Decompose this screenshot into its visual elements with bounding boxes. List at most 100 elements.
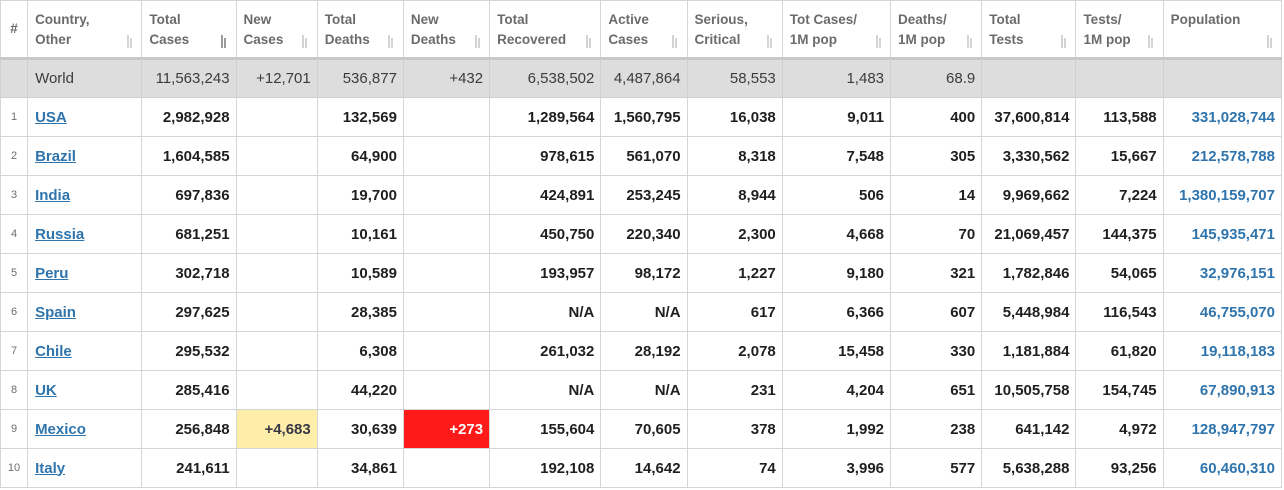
col-header-total-deaths[interactable]: Total Deaths (316, 0, 404, 60)
col-header-new-deaths[interactable]: New Deaths (402, 0, 491, 60)
cell-serious: 617 (686, 292, 783, 332)
cell-total-cases: 302,718 (141, 253, 237, 293)
cell-total-recovered: 155,604 (489, 409, 602, 449)
cell-idx: 8 (0, 370, 29, 410)
country-link[interactable]: UK (35, 382, 57, 399)
sort-icon[interactable] (963, 34, 975, 48)
col-header-total-tests[interactable]: Total Tests (981, 0, 1077, 60)
cell-new-cases (235, 370, 318, 410)
country-link[interactable]: Peru (35, 265, 68, 282)
cell-tests-per-1m: 93,256 (1075, 448, 1164, 488)
table-row: 10 Italy 241,611 34,861 192,108 14,642 74 3,996… (0, 448, 1283, 488)
cell-new-cases (235, 175, 318, 215)
cell-tests-per-1m: 154,745 (1075, 370, 1164, 410)
cell-total-cases: 697,836 (141, 175, 237, 215)
cell-active-cases: 1,560,795 (600, 97, 688, 137)
country-link[interactable]: Brazil (35, 148, 76, 165)
cell-country: India (27, 175, 143, 215)
country-link[interactable]: Mexico (35, 421, 86, 438)
sort-icon[interactable] (471, 34, 483, 48)
sort-desc-icon[interactable] (218, 34, 230, 48)
cell-tests-per-1m: 113,588 (1075, 97, 1164, 137)
cell-population: 1,380,159,707 (1162, 175, 1283, 215)
cell-total-tests: 1,782,846 (981, 253, 1077, 293)
cell-deaths-per-1m: 70 (890, 214, 983, 254)
world-label: World (27, 58, 143, 98)
world-total-recovered: 6,538,502 (489, 58, 602, 98)
cell-total-deaths: 44,220 (316, 370, 404, 410)
cell-deaths-per-1m: 607 (890, 292, 983, 332)
col-header-deaths-per-1m[interactable]: Deaths/ 1M pop (890, 0, 983, 60)
sort-icon[interactable] (582, 34, 594, 48)
sort-icon[interactable] (1057, 34, 1069, 48)
col-header-tests-per-1m[interactable]: Tests/ 1M pop (1075, 0, 1164, 60)
country-link[interactable]: Russia (35, 226, 84, 243)
country-link[interactable]: Spain (35, 304, 76, 321)
sort-icon[interactable] (299, 34, 311, 48)
cell-tests-per-1m: 144,375 (1075, 214, 1164, 254)
cell-new-cases (235, 448, 318, 488)
sort-icon[interactable] (669, 34, 681, 48)
cell-total-deaths: 10,161 (316, 214, 404, 254)
cell-population: 46,755,070 (1162, 292, 1283, 332)
cell-cases-per-1m: 9,180 (781, 253, 892, 293)
cell-population: 19,118,183 (1162, 331, 1283, 371)
country-link[interactable]: Italy (35, 460, 65, 477)
col-header-cases-per-1m[interactable]: Tot Cases/ 1M pop (781, 0, 892, 60)
table-row: 3 India 697,836 19,700 424,891 253,245 8,944 50… (0, 175, 1283, 215)
cell-serious: 16,038 (686, 97, 783, 137)
cell-cases-per-1m: 9,011 (781, 97, 892, 137)
cell-cases-per-1m: 1,992 (781, 409, 892, 449)
cell-new-cases (235, 331, 318, 371)
cell-idx: 9 (0, 409, 29, 449)
cell-country: Mexico (27, 409, 143, 449)
table-row: 9 Mexico 256,848 +4,683 30,639 +273 155,604 70,… (0, 409, 1283, 449)
cell-idx: 3 (0, 175, 29, 215)
cell-total-cases: 297,625 (141, 292, 237, 332)
cell-country: Italy (27, 448, 143, 488)
cell-new-cases (235, 253, 318, 293)
sort-icon[interactable] (385, 34, 397, 48)
cell-idx: 2 (0, 136, 29, 176)
country-link[interactable]: India (35, 187, 70, 204)
cell-total-recovered: N/A (489, 292, 602, 332)
cell-idx: 7 (0, 331, 29, 371)
world-deaths-per-1m: 68.9 (890, 58, 983, 98)
col-header-population[interactable]: Population (1162, 0, 1283, 60)
cell-new-deaths: +273 (402, 409, 491, 449)
cell-active-cases: 98,172 (600, 253, 688, 293)
cell-total-deaths: 132,569 (316, 97, 404, 137)
cell-total-deaths: 19,700 (316, 175, 404, 215)
cell-country: USA (27, 97, 143, 137)
sort-icon[interactable] (764, 34, 776, 48)
cell-new-deaths (402, 292, 491, 332)
cell-active-cases: N/A (600, 370, 688, 410)
cell-new-deaths (402, 331, 491, 371)
cell-new-deaths (402, 97, 491, 137)
table-row: 5 Peru 302,718 10,589 193,957 98,172 1,227 9,18… (0, 253, 1283, 293)
col-header-new-cases[interactable]: New Cases (235, 0, 318, 60)
cell-idx: 5 (0, 253, 29, 293)
col-header-total-recovered[interactable]: Total Recovered (489, 0, 602, 60)
country-link[interactable]: USA (35, 109, 67, 126)
cell-serious: 2,078 (686, 331, 783, 371)
sort-icon[interactable] (872, 34, 884, 48)
cell-total-tests: 3,330,562 (981, 136, 1077, 176)
sort-icon[interactable] (1145, 34, 1157, 48)
col-header-country[interactable]: Country, Other (27, 0, 143, 60)
world-active-cases: 4,487,864 (600, 58, 688, 98)
col-header-total-cases[interactable]: Total Cases (141, 0, 237, 60)
country-link[interactable]: Chile (35, 343, 72, 360)
cell-total-tests: 21,069,457 (981, 214, 1077, 254)
col-header-active-cases[interactable]: Active Cases (600, 0, 688, 60)
cell-idx: 4 (0, 214, 29, 254)
cell-total-recovered: 978,615 (489, 136, 602, 176)
table-row: 6 Spain 297,625 28,385 N/A N/A 617 6,366 607 5,44… (0, 292, 1283, 332)
sort-icon[interactable] (1263, 34, 1275, 48)
cell-tests-per-1m: 61,820 (1075, 331, 1164, 371)
cell-active-cases: 28,192 (600, 331, 688, 371)
col-header-serious[interactable]: Serious, Critical (686, 0, 783, 60)
sort-icon[interactable] (123, 34, 135, 48)
table-body: World 11,563,243 +12,701 536,877 +432 6,… (0, 58, 1283, 488)
cell-deaths-per-1m: 238 (890, 409, 983, 449)
